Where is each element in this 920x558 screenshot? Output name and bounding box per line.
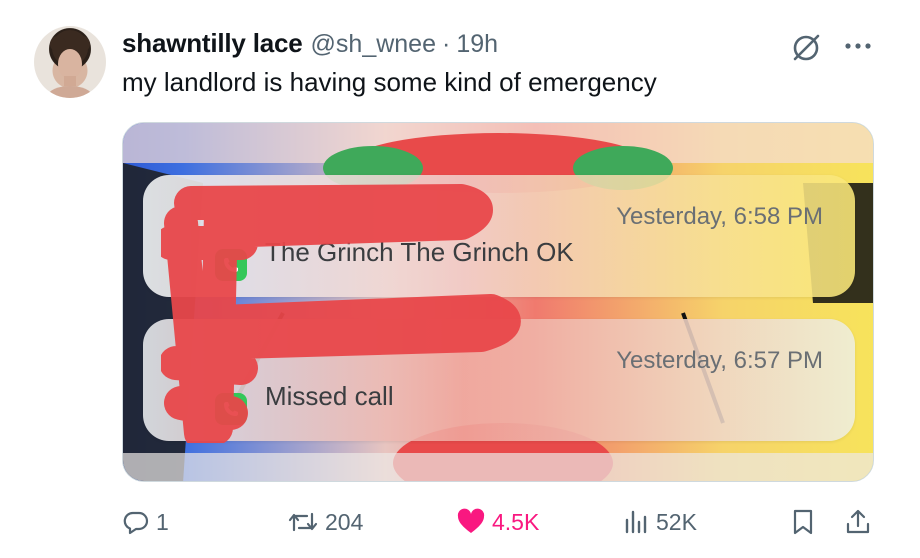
more-icon[interactable] (838, 34, 878, 58)
bookmark-button[interactable] (790, 500, 816, 544)
reply-count: 1 (156, 508, 169, 535)
separator-dot: · (441, 30, 451, 58)
timestamp[interactable]: 19h (456, 30, 498, 59)
views-count: 52K (656, 508, 697, 535)
retweet-icon (288, 512, 318, 532)
reply-icon (123, 511, 149, 535)
views-button[interactable]: 52K (622, 500, 697, 544)
like-count: 4.5K (492, 508, 540, 535)
tweet[interactable]: shawntilly lace @sh_wnee · 19h my landlo… (0, 0, 920, 558)
like-button[interactable]: 4.5K (456, 500, 539, 544)
tweet-text: my landlord is having some kind of emerg… (122, 67, 657, 97)
handle[interactable]: @sh_wnee (311, 30, 436, 59)
redaction-scribble (161, 184, 521, 443)
notification-timestamp: Yesterday, 6:57 PM (616, 347, 823, 374)
tweet-header: shawntilly lace @sh_wnee · 19h (122, 28, 498, 62)
views-icon (625, 510, 647, 534)
avatar[interactable] (34, 26, 106, 98)
avatar-image (48, 30, 92, 98)
retweet-count: 204 (325, 508, 364, 535)
media-image[interactable]: Yesterday, 6:58 PM The Grinch The Grinch… (122, 122, 874, 482)
share-button[interactable] (844, 500, 872, 544)
action-bar: 1 204 4.5K 52K (0, 500, 920, 544)
bookmark-icon (793, 509, 813, 535)
display-name[interactable]: shawntilly lace (122, 28, 303, 59)
reply-button[interactable]: 1 (122, 500, 169, 544)
share-icon (846, 509, 870, 534)
heart-icon (457, 508, 485, 533)
notification-timestamp: Yesterday, 6:58 PM (616, 203, 823, 230)
retweet-button[interactable]: 204 (287, 500, 363, 544)
grok-icon[interactable] (788, 30, 824, 66)
